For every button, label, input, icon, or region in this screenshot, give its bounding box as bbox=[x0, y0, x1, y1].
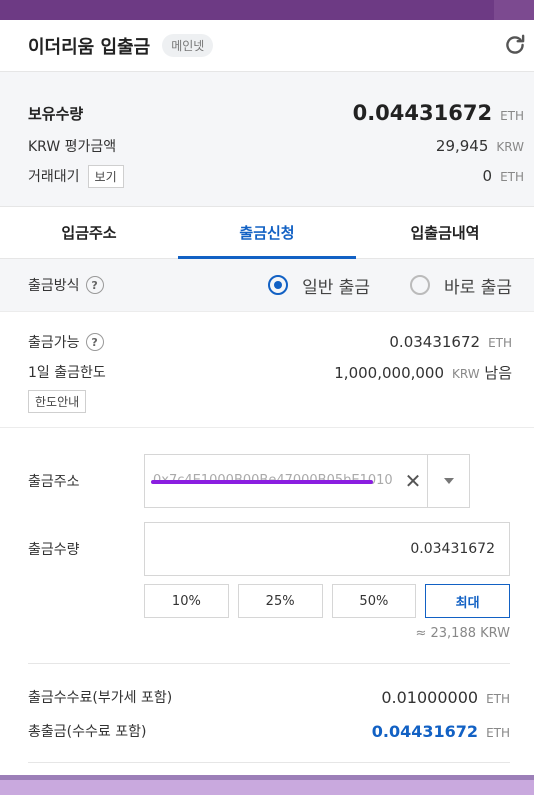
quantity-input[interactable]: 0.03431672 bbox=[143, 522, 510, 576]
holdings-amount: 0.04431672 bbox=[352, 101, 493, 125]
method-radio-group: 일반 출금 바로 출금 bbox=[228, 273, 512, 298]
krw-amount: 29,945 bbox=[435, 137, 489, 155]
radio-instant-withdraw[interactable]: 바로 출금 bbox=[410, 273, 512, 298]
available-row: 출금가능? 0.03431672 ETH bbox=[28, 330, 512, 354]
radio-normal-label: 일반 출금 bbox=[302, 277, 371, 298]
pending-amount: 0 bbox=[482, 167, 493, 185]
daily-limit-value: 1,000,000,000 KRW 남음 bbox=[334, 362, 512, 383]
tab-withdraw-request[interactable]: 출금신청 bbox=[178, 207, 356, 259]
available-value: 0.03431672 ETH bbox=[389, 333, 512, 351]
address-label: 출금주소 bbox=[28, 474, 80, 490]
radio-unchecked-icon bbox=[410, 275, 431, 295]
method-help-icon[interactable]: ? bbox=[85, 276, 104, 294]
withdraw-form: 출금주소 0x7c4E1000B00Be47000B05bE1010 ✕ 출금수… bbox=[0, 428, 534, 641]
refresh-icon[interactable] bbox=[502, 32, 528, 58]
tab-history[interactable]: 입출금내역 bbox=[356, 207, 534, 258]
quantity-label: 출금수량 bbox=[28, 542, 80, 558]
withdraw-limits: 출금가능? 0.03431672 ETH 1일 출금한도 1,000,000,00… bbox=[0, 312, 534, 428]
available-help-icon[interactable]: ? bbox=[85, 333, 104, 351]
radio-checked-icon bbox=[268, 275, 289, 295]
total-amount: 0.04431672 bbox=[371, 721, 479, 741]
total-value: 0.04431672 ETH bbox=[372, 722, 510, 741]
krw-row: KRW 평가금액 29,945 KRW bbox=[28, 132, 524, 160]
daily-limit-amount: 1,000,000,000 bbox=[334, 364, 445, 382]
clear-icon[interactable]: ✕ bbox=[399, 469, 427, 493]
holdings-row: 보유수량 0.04431672 ETH bbox=[28, 98, 524, 128]
daily-limit-label: 1일 출금한도 bbox=[28, 365, 106, 381]
percent-25-button[interactable]: 25% bbox=[237, 584, 323, 618]
tab-bar: 입금주소 출금신청 입출금내역 bbox=[0, 207, 534, 259]
krw-value: 29,945 KRW bbox=[436, 137, 524, 155]
window-frame-bottom bbox=[0, 775, 534, 795]
approx-krw: ≈ 23,188 KRW bbox=[415, 626, 510, 641]
total-label: 총출금(수수료 포함) bbox=[28, 724, 147, 740]
fee-unit: ETH bbox=[486, 691, 510, 706]
krw-unit: KRW bbox=[496, 140, 524, 154]
holdings-unit: ETH bbox=[500, 109, 524, 123]
tab-deposit-address[interactable]: 입금주소 bbox=[0, 207, 178, 258]
window-frame-bottom-edge bbox=[0, 775, 534, 780]
percent-10-button[interactable]: 10% bbox=[144, 584, 229, 618]
available-amount: 0.03431672 bbox=[389, 333, 481, 351]
total-row: 총출금(수수료 포함) 0.04431672 ETH bbox=[28, 714, 510, 748]
available-unit: ETH bbox=[488, 336, 512, 350]
limit-info-button[interactable]: 한도안내 bbox=[28, 390, 87, 413]
pending-view-button[interactable]: 보기 bbox=[87, 164, 124, 188]
holdings-label: 보유수량 bbox=[28, 104, 84, 123]
pending-value: 0 ETH bbox=[483, 167, 524, 185]
fee-label: 출금수수료(부가세 포함) bbox=[28, 690, 173, 706]
radio-instant-label: 바로 출금 bbox=[444, 277, 512, 298]
pending-label: 거래대기 bbox=[28, 168, 80, 185]
window-frame-top bbox=[0, 0, 534, 20]
withdraw-method-row: 출금방식? 일반 출금 바로 출금 bbox=[0, 259, 534, 312]
page-title: 이더리움 입출금 bbox=[28, 36, 151, 58]
address-redaction-mark bbox=[151, 480, 373, 484]
daily-limit-row: 1일 출금한도 1,000,000,000 KRW 남음 bbox=[28, 362, 512, 386]
pending-unit: ETH bbox=[500, 170, 524, 184]
fee-summary: 출금수수료(부가세 포함) 0.01000000 ETH 총출금(수수료 포함) … bbox=[28, 663, 510, 748]
withdraw-panel: 이더리움 입출금 메인넷 보유수량 0.04431672 ETH KRW 평가금액… bbox=[0, 20, 534, 775]
radio-normal-withdraw[interactable]: 일반 출금 bbox=[268, 273, 370, 298]
fee-amount: 0.01000000 bbox=[381, 687, 479, 707]
available-label: 출금가능 bbox=[28, 335, 80, 351]
krw-label: KRW 평가금액 bbox=[28, 139, 117, 155]
pending-label-group: 거래대기 보기 bbox=[28, 164, 124, 188]
daily-limit-unit: KRW bbox=[452, 367, 480, 381]
fee-row: 출금수수료(부가세 포함) 0.01000000 ETH bbox=[28, 680, 510, 714]
holdings-value: 0.04431672 ETH bbox=[353, 101, 524, 125]
method-label: 출금방식 bbox=[28, 278, 80, 294]
balance-summary: 보유수량 0.04431672 ETH KRW 평가금액 29,945 KRW 거래… bbox=[0, 72, 534, 207]
fee-divider bbox=[28, 762, 510, 763]
panel-header: 이더리움 입출금 메인넷 bbox=[0, 20, 534, 72]
quantity-row: 출금수량 0.03431672 bbox=[28, 522, 510, 576]
percent-50-button[interactable]: 50% bbox=[331, 584, 417, 618]
available-label-group: 출금가능? bbox=[28, 332, 104, 352]
max-button[interactable]: 최대 bbox=[425, 584, 510, 618]
address-field[interactable]: 0x7c4E1000B00Be47000B05bE1010 ✕ bbox=[144, 454, 470, 508]
total-unit: ETH bbox=[486, 725, 510, 740]
chevron-down-icon bbox=[443, 478, 454, 484]
pending-row: 거래대기 보기 0 ETH bbox=[28, 162, 524, 190]
address-dropdown-button[interactable] bbox=[427, 455, 469, 507]
network-badge: 메인넷 bbox=[162, 34, 214, 57]
fee-value: 0.01000000 ETH bbox=[381, 688, 510, 707]
address-row: 출금주소 0x7c4E1000B00Be47000B05bE1010 ✕ bbox=[28, 454, 510, 508]
method-label-group: 출금방식? bbox=[28, 275, 104, 295]
daily-limit-suffix: 남음 bbox=[484, 364, 512, 382]
percent-button-group: 10% 25% 50% 최대 bbox=[144, 584, 510, 618]
address-input[interactable]: 0x7c4E1000B00Be47000B05bE1010 bbox=[145, 455, 399, 507]
window-frame-top-accent bbox=[494, 0, 534, 20]
